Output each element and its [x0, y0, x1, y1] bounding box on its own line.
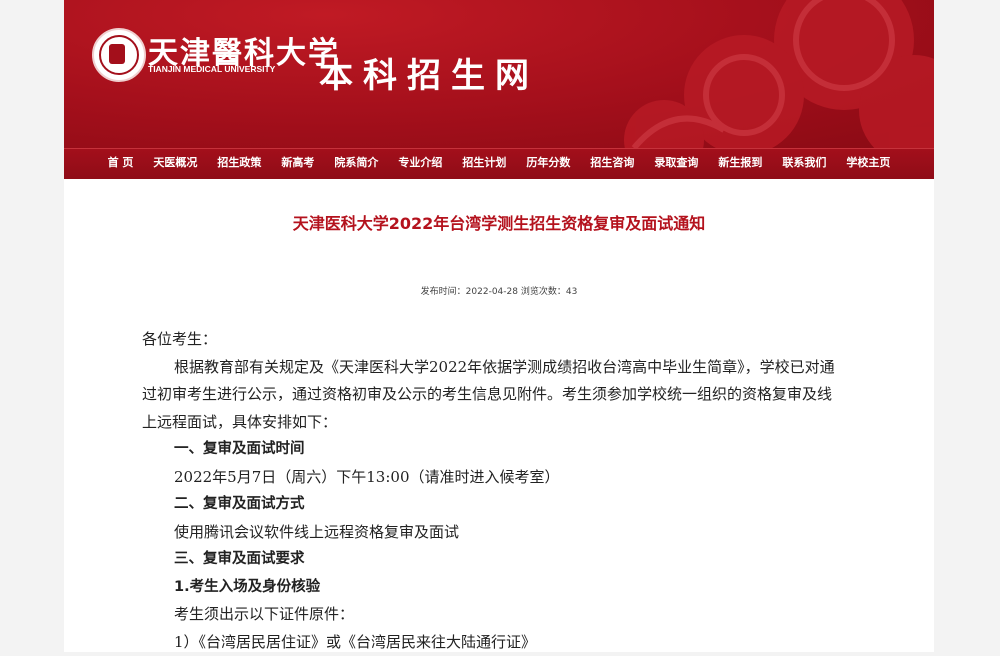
nav-policy[interactable]: 招生政策: [207, 149, 271, 177]
section-1-heading: 一、复审及面试时间: [142, 436, 842, 464]
greeting: 各位考生：: [142, 326, 842, 354]
section-2-heading: 二、复审及面试方式: [142, 491, 842, 519]
section-2-text: 使用腾讯会议软件线上远程资格复审及面试: [142, 519, 842, 547]
nav-home[interactable]: 首 页: [98, 149, 144, 177]
header-banner: 天津醫科大学 TIANJIN MEDICAL UNIVERSITY 本科招生网: [64, 0, 934, 148]
cloud-decoration: [514, 0, 934, 148]
nav-admission-query[interactable]: 录取查询: [644, 149, 708, 177]
nav-scores[interactable]: 历年分数: [516, 149, 580, 177]
article-body: 各位考生： 根据教育部有关规定及《天津医科大学2022年依据学测成绩招收台湾高中…: [142, 326, 842, 656]
nav-overview[interactable]: 天医概况: [143, 149, 207, 177]
section-3-heading: 三、复审及面试要求: [142, 546, 842, 574]
subsection-1-text: 考生须出示以下证件原件：: [142, 601, 842, 629]
publish-label: 发布时间：: [421, 287, 466, 297]
school-name-en: TIANJIN MEDICAL UNIVERSITY: [148, 64, 275, 74]
nav-registration[interactable]: 新生报到: [708, 149, 772, 177]
nav-contact[interactable]: 联系我们: [772, 149, 836, 177]
subsection-1-heading: 1.考生入场及身份核验: [142, 574, 842, 602]
article-meta: 发布时间：2022-04-28 浏览次数：43: [64, 284, 934, 297]
nav-plan[interactable]: 招生计划: [452, 149, 516, 177]
site-title: 本科招生网: [319, 48, 539, 97]
nav-departments[interactable]: 院系简介: [324, 149, 388, 177]
nav-majors[interactable]: 专业介绍: [388, 149, 452, 177]
views-label: 浏览次数：: [521, 287, 566, 297]
nav-new-gaokao[interactable]: 新高考: [271, 149, 324, 177]
university-logo[interactable]: [92, 28, 146, 82]
publish-date: 2022-04-28: [466, 287, 518, 297]
article-title: 天津医科大学2022年台湾学测生招生资格复审及面试通知: [64, 210, 934, 234]
main-nav: 首 页 天医概况 招生政策 新高考 院系简介 专业介绍 招生计划 历年分数 招生…: [64, 148, 934, 179]
intro-paragraph: 根据教育部有关规定及《天津医科大学2022年依据学测成绩招收台湾高中毕业生简章》…: [142, 354, 842, 437]
page: 天津醫科大学 TIANJIN MEDICAL UNIVERSITY 本科招生网 …: [64, 0, 934, 652]
nav-university-home[interactable]: 学校主页: [836, 149, 900, 177]
views-count: 43: [566, 287, 577, 297]
nav-consult[interactable]: 招生咨询: [580, 149, 644, 177]
section-1-text: 2022年5月7日（周六）下午13:00（请准时进入候考室）: [142, 464, 842, 492]
